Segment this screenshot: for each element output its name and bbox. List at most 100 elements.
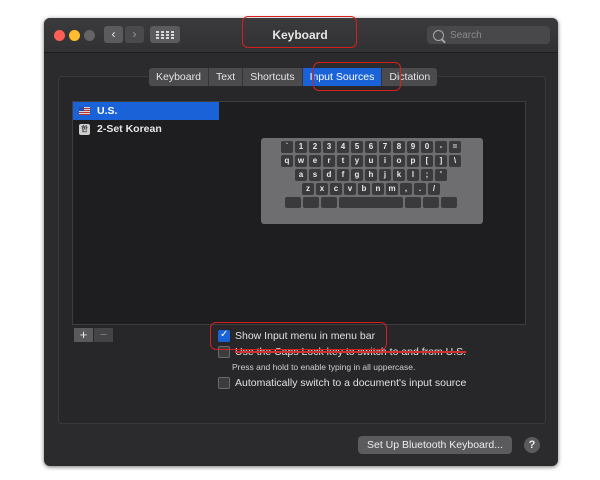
keyboard-key: z [302, 183, 314, 195]
keyboard-key: . [414, 183, 426, 195]
keyboard-key: k [393, 169, 405, 181]
keyboard-key: 3 [323, 141, 335, 153]
help-button[interactable]: ? [524, 437, 540, 453]
keyboard-key: w [295, 155, 307, 167]
tab-shortcuts[interactable]: Shortcuts [243, 68, 303, 86]
close-button[interactable] [54, 30, 65, 41]
list-controls: + − [74, 328, 113, 342]
keyboard-row: z x c v b n m,. / [265, 183, 479, 195]
keyboard-key: u [365, 155, 377, 167]
keyboard-key [339, 197, 403, 208]
keyboard-key: 8 [393, 141, 405, 153]
forward-button[interactable]: › [125, 26, 144, 43]
keyboard-key: 4 [337, 141, 349, 153]
remove-source-button[interactable]: − [94, 328, 113, 342]
caps-lock-checkbox[interactable] [218, 346, 230, 358]
keyboard-key: c [330, 183, 342, 195]
tab-text[interactable]: Text [209, 68, 244, 86]
add-source-button[interactable]: + [74, 328, 93, 342]
keyboard-key: x [316, 183, 328, 195]
keyboard-key: b [358, 183, 370, 195]
option-show-input-menu[interactable]: Show Input menu in menu bar [218, 329, 376, 342]
back-button[interactable]: ‹ [104, 26, 123, 43]
keyboard-key: f [337, 169, 349, 181]
keyboard-row [265, 197, 479, 208]
keyboard-key: 1 [295, 141, 307, 153]
keyboard-key: 6 [365, 141, 377, 153]
keyboard-key: 9 [407, 141, 419, 153]
tab-bar: Keyboard Text Shortcuts Input Sources Di… [148, 67, 439, 87]
keyboard-key: d [323, 169, 335, 181]
show-menu-checkbox[interactable] [218, 329, 230, 342]
keyboard-key: e [309, 155, 321, 167]
keyboard-key: 7 [379, 141, 391, 153]
keyboard-row: ` 1 2 3 4 5 6 7 8 9 0- = [265, 141, 479, 153]
keyboard-key: \ [449, 155, 461, 167]
keyboard-key [441, 197, 457, 208]
title-bar: ‹ › Keyboard [44, 18, 558, 53]
minimize-button[interactable] [69, 30, 80, 41]
keyboard-layout-preview: ` 1 2 3 4 5 6 7 8 9 0- = q w e r t y u i o p[] \ a s d f g h j k l; ' z x c… [261, 138, 483, 224]
source-label: U.S. [97, 105, 118, 117]
keyboard-key: 5 [351, 141, 363, 153]
search-field[interactable] [427, 26, 550, 44]
search-icon [433, 29, 444, 41]
us-flag-icon [79, 107, 90, 115]
keyboard-key: ` [281, 141, 293, 153]
keyboard-key: g [351, 169, 363, 181]
keyboard-key [405, 197, 421, 208]
caps-lock-note: Press and hold to enable typing in all u… [232, 362, 416, 372]
keyboard-key [285, 197, 301, 208]
option-caps-lock[interactable]: Use the Caps Lock key to switch to and f… [218, 346, 466, 358]
show-menu-label: Show Input menu in menu bar [235, 330, 376, 342]
search-input[interactable] [450, 29, 540, 41]
window-title: Keyboard [272, 28, 328, 42]
keyboard-key: y [351, 155, 363, 167]
option-auto-switch[interactable]: Automatically switch to a document's inp… [218, 377, 466, 389]
show-all-grid-icon[interactable] [150, 26, 180, 43]
keyboard-key: q [281, 155, 293, 167]
keyboard-key [303, 197, 319, 208]
keyboard-key: 0 [421, 141, 433, 153]
keyboard-row: q w e r t y u i o p[] \ [265, 155, 479, 167]
tab-keyboard[interactable]: Keyboard [149, 68, 209, 86]
keyboard-key: n [372, 183, 384, 195]
korean-input-icon: 한 [79, 123, 90, 135]
keyboard-key: i [379, 155, 391, 167]
keyboard-key: / [428, 183, 440, 195]
keyboard-key: - [435, 141, 447, 153]
keyboard-key: , [400, 183, 412, 195]
tab-dictation[interactable]: Dictation [382, 68, 437, 86]
keyboard-key [321, 197, 337, 208]
keyboard-key: [ [421, 155, 433, 167]
tab-input-sources[interactable]: Input Sources [302, 68, 383, 86]
zoom-button[interactable] [84, 30, 95, 41]
keyboard-key: p [407, 155, 419, 167]
source-label: 2-Set Korean [97, 123, 162, 135]
keyboard-key: v [344, 183, 356, 195]
input-source-list[interactable]: U.S. 한 2-Set Korean [72, 101, 220, 325]
auto-switch-label: Automatically switch to a document's inp… [235, 377, 467, 389]
keyboard-row: a s d f g h j k l; ' [265, 169, 479, 181]
keyboard-preview-area: ` 1 2 3 4 5 6 7 8 9 0- = q w e r t y u i o p[] \ a s d f g h j k l; ' z x c… [219, 101, 526, 325]
keyboard-key: = [449, 141, 461, 153]
keyboard-key: 2 [309, 141, 321, 153]
caps-lock-label: Use the Caps Lock key to switch to and f… [235, 346, 467, 358]
keyboard-key: ; [421, 169, 433, 181]
keyboard-key: l [407, 169, 419, 181]
keyboard-key: ] [435, 155, 447, 167]
setup-bluetooth-keyboard-button[interactable]: Set Up Bluetooth Keyboard... [358, 436, 512, 454]
keyboard-key: o [393, 155, 405, 167]
keyboard-key: ' [435, 169, 447, 181]
system-preferences-window: ‹ › Keyboard Keyboard Text Shortcuts Inp… [44, 18, 558, 466]
source-item-korean[interactable]: 한 2-Set Korean [73, 120, 219, 138]
keyboard-key [423, 197, 439, 208]
keyboard-key: j [379, 169, 391, 181]
keyboard-key: m [386, 183, 398, 195]
source-item-us[interactable]: U.S. [73, 102, 219, 120]
keyboard-key: s [309, 169, 321, 181]
keyboard-key: a [295, 169, 307, 181]
keyboard-key: h [365, 169, 377, 181]
auto-switch-checkbox[interactable] [218, 377, 230, 389]
keyboard-key: r [323, 155, 335, 167]
